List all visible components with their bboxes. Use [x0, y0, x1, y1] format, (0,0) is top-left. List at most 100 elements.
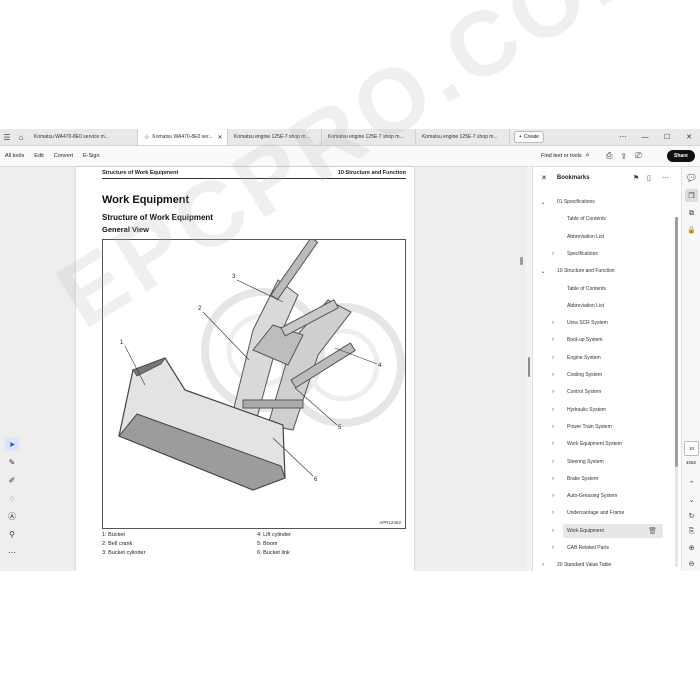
bookmark-item[interactable]: Table of Contents [563, 282, 673, 296]
bookmark-item[interactable]: › Steering System [552, 455, 673, 469]
home-icon[interactable]: ⌂ [14, 129, 28, 145]
close-tab-icon[interactable]: ✕ [218, 134, 223, 141]
bookmark-label: Abbreviation List [567, 302, 604, 309]
refresh-icon[interactable]: ↻ [685, 509, 698, 522]
comment-add-icon[interactable]: ✎ [5, 455, 19, 469]
bookmark-label: Boot-up System [567, 337, 603, 344]
legend-item: 1: Bucket [102, 532, 125, 538]
maximize-icon[interactable]: ☐ [656, 129, 678, 145]
stamp-icon[interactable]: ⚲ [5, 527, 19, 541]
chevron-right-icon[interactable]: › [539, 562, 547, 568]
pages-icon[interactable]: ⧉ [685, 207, 698, 220]
current-page-field[interactable]: 10 [684, 441, 699, 456]
chevron-right-icon[interactable]: › [549, 355, 557, 361]
create-tab-button[interactable]: + Create [514, 131, 544, 143]
cursor-select-icon[interactable]: ➤ [5, 437, 19, 451]
chevron-down-icon[interactable]: ⌄ [539, 268, 547, 275]
pen-icon[interactable]: ✐ [5, 473, 19, 487]
bookmark-item[interactable]: ⌄ 10 Structure and Function [540, 264, 663, 278]
delete-bookmark-icon[interactable]: 🗑 [648, 527, 657, 535]
bookmark-item[interactable]: Abbreviation List [563, 230, 673, 244]
page-export-icon[interactable]: ⎘ [685, 525, 698, 538]
bookmarks-scrollbar[interactable] [675, 217, 678, 567]
save-icon[interactable]: ⎙ [606, 151, 612, 161]
chevron-right-icon[interactable]: › [549, 459, 557, 465]
chevron-right-icon[interactable]: › [549, 337, 557, 343]
tab-5[interactable]: Komatsu engine 125E-7 shop m... [416, 129, 510, 145]
star-icon[interactable]: ☆ [144, 134, 149, 141]
chevron-right-icon[interactable]: › [549, 545, 557, 551]
print-icon[interactable]: ⎚ [635, 151, 641, 161]
tab-4-label: Komatsu engine 125E-7 shop m... [328, 134, 404, 140]
zoom-out-icon[interactable]: ⊖ [685, 557, 698, 570]
pdf-page: Structure of Work Equipment 10 Structure… [76, 167, 414, 571]
chevron-down-icon[interactable]: ⌄ [685, 493, 698, 506]
bookmark-item-selected[interactable]: › Work Equipment 🗑 [552, 523, 663, 538]
bookmark-label: Urea SCR System [567, 320, 608, 327]
bookmark-label: Brake System [567, 475, 599, 482]
chevron-right-icon[interactable]: › [549, 424, 557, 430]
lasso-icon[interactable]: ◌ [5, 491, 19, 505]
chevron-right-icon[interactable]: › [549, 441, 557, 447]
menu-convert[interactable]: Convert [54, 153, 73, 159]
bookmark-item[interactable]: › Engine System [552, 351, 673, 365]
bookmark-item[interactable]: › 20 Standard Value Table [542, 558, 663, 571]
tab-3-label: Komatsu engine 125E-7 shop m... [234, 134, 310, 140]
chevron-right-icon[interactable]: › [549, 407, 557, 413]
lock-icon[interactable]: 🔒 [685, 223, 698, 236]
upload-icon[interactable]: ⇪ [620, 152, 627, 161]
chevron-right-icon[interactable]: › [549, 493, 557, 499]
bookmark-item[interactable]: ⌄ 01 Specifications [540, 195, 663, 209]
comment-icon[interactable]: 💬 [685, 171, 698, 184]
bookmark-item[interactable]: › Hydraulic System [552, 403, 673, 417]
menu-esign[interactable]: E-Sign [83, 153, 100, 159]
bookmark-item[interactable]: › Specifications [552, 247, 673, 261]
add-bookmark-icon[interactable]: ⚑ [633, 174, 639, 182]
find-tools[interactable]: Find text or tools ⌕ [541, 146, 590, 166]
bookmark-item[interactable]: › CAB Related Parts [552, 541, 673, 555]
minimize-icon[interactable]: — [634, 129, 656, 145]
tab-1[interactable]: Komatsu WA470-8E0 service m... [28, 129, 138, 145]
close-panel-icon[interactable]: ✕ [541, 174, 547, 182]
bookmark-item[interactable]: › Boot-up System [552, 333, 673, 347]
chevron-down-icon[interactable]: ⌄ [539, 199, 547, 206]
panel-more-icon[interactable]: ⋯ [662, 174, 669, 182]
menu-icon[interactable]: ☰ [0, 129, 14, 145]
bookmarks-scroll-thumb[interactable] [675, 217, 678, 467]
chevron-right-icon[interactable]: › [549, 510, 557, 516]
menu-all-tools[interactable]: All tools [5, 153, 24, 159]
bookmark-item[interactable]: › Urea SCR System [552, 316, 673, 330]
chevron-right-icon[interactable]: › [549, 528, 557, 534]
more-icon[interactable]: ⋯ [612, 129, 634, 145]
bookmark-item[interactable]: Abbreviation List [563, 299, 673, 313]
share-button[interactable]: Share [667, 150, 695, 162]
chevron-right-icon[interactable]: › [549, 372, 557, 378]
tab-4[interactable]: Komatsu engine 125E-7 shop m... [322, 129, 416, 145]
bookmark-label: Control System [567, 389, 602, 396]
chevron-up-icon[interactable]: ⌃ [685, 477, 698, 490]
chevron-right-icon[interactable]: › [549, 389, 557, 395]
menu-edit[interactable]: Edit [34, 153, 43, 159]
tab-3[interactable]: Komatsu engine 125E-7 shop m... [228, 129, 322, 145]
document-viewport[interactable]: Structure of Work Equipment 10 Structure… [0, 167, 526, 571]
bookmark-panel-icon[interactable]: ❒ [685, 189, 698, 202]
chevron-right-icon[interactable]: › [549, 320, 557, 326]
text-box-icon[interactable]: Ⓐ [5, 509, 19, 523]
tab-2-active[interactable]: ☆ Komatsu WA470-8E0 ser... ✕ [138, 129, 228, 145]
bookmark-options-icon[interactable]: ▯ [647, 174, 651, 182]
more-tools-icon[interactable]: ⋯ [5, 545, 19, 559]
chevron-right-icon[interactable]: › [549, 476, 557, 482]
bookmark-item[interactable]: › Undercarriage and Frame [552, 506, 673, 520]
bookmark-item[interactable]: › Brake System [552, 472, 673, 486]
page-scroll-marker[interactable] [520, 257, 523, 265]
bookmark-item[interactable]: › Control System [552, 385, 673, 399]
bookmark-item[interactable]: › Auto-Greasing System [552, 489, 673, 503]
panel-resize-handle[interactable] [528, 357, 530, 377]
bookmark-item[interactable]: › Power Train System [552, 420, 673, 434]
bookmark-item[interactable]: Table of Contents [563, 212, 673, 226]
bookmark-item[interactable]: › Work Equipment System [552, 437, 673, 451]
close-window-icon[interactable]: ✕ [678, 129, 700, 145]
chevron-right-icon[interactable]: › [549, 251, 557, 257]
bookmark-item[interactable]: › Cooling System [552, 368, 673, 382]
zoom-in-icon[interactable]: ⊕ [685, 541, 698, 554]
